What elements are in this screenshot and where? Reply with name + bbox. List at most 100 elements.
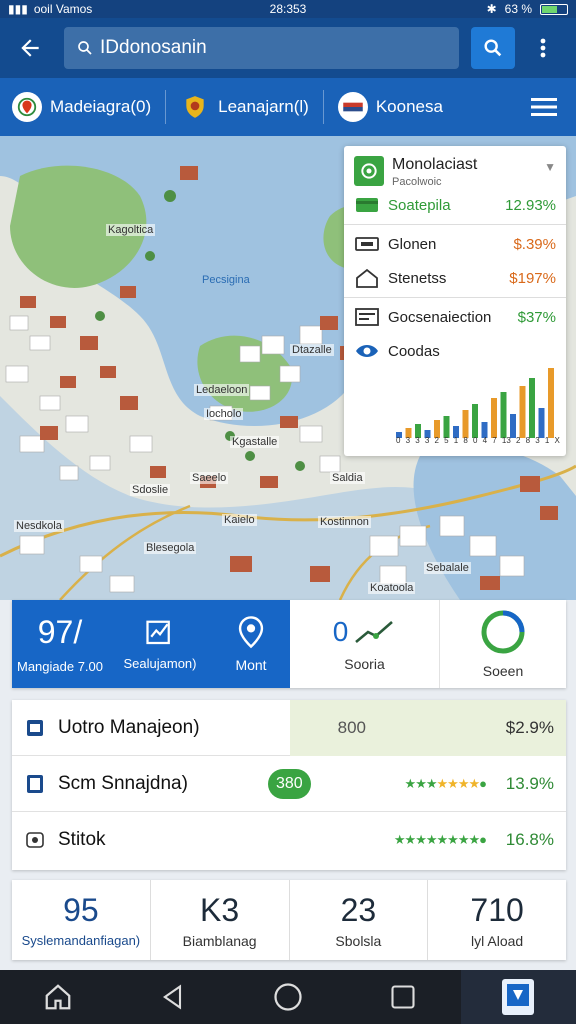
map-label: Saldia: [330, 472, 365, 484]
panel-row[interactable]: Glonen $.39%: [344, 227, 566, 261]
kpi-value: 710: [470, 891, 524, 928]
flag-badge-icon: [337, 92, 368, 122]
chevron-down-icon[interactable]: ▼: [544, 160, 556, 174]
back-button[interactable]: [10, 28, 50, 68]
status-bar: ▮▮▮ ooil Vamos 28:353 ✱ 63 %: [0, 0, 576, 18]
chart-tick-label: 1: [453, 436, 459, 445]
list-item[interactable]: Uotro Manajeon) 800 $2.9%: [12, 700, 566, 756]
filter-chip-madeiagra[interactable]: Madeiagra(0): [12, 87, 165, 127]
summary-list: Uotro Manajeon) 800 $2.9% Scm Snnajdna) …: [12, 700, 566, 870]
map-label: Kgastalle: [230, 436, 280, 448]
stat-label: Sealujamon): [123, 655, 197, 671]
chart-tick-label: 3: [405, 436, 411, 445]
map-label: Kostinnon: [318, 516, 371, 528]
clock: 28:353: [269, 2, 307, 16]
map-label: Kaielo: [222, 514, 257, 526]
panel-row-value: 12.93%: [505, 196, 556, 214]
list-item-name: Scm Snnajdna): [58, 772, 188, 794]
rating-stars: ★★★★★★★★●: [393, 832, 487, 847]
app-shortcut-button[interactable]: [460, 970, 576, 1024]
search-icon: [78, 41, 92, 55]
system-nav-bar: [0, 970, 576, 1024]
kpi-label: Biamblanag: [182, 932, 257, 949]
chart-ticks: 0 3 3 3 2 5 1 8 0 4 7 13 2 8 3 1 X: [396, 436, 560, 445]
more-options-button[interactable]: [523, 28, 563, 68]
kpi-strip: 95 Syslemandanfiagan) K3 Biamblanag 23 S…: [12, 880, 566, 960]
battery-percent: 63 %: [504, 2, 533, 16]
more-vert-icon: [540, 38, 546, 58]
stock-icon: [26, 832, 44, 848]
map-label: Nesdkola: [14, 520, 64, 532]
panel-row[interactable]: Soatepila 12.93%: [344, 188, 566, 222]
panel-row-value: $197%: [509, 269, 556, 287]
recents-button[interactable]: [346, 970, 461, 1024]
stat-location[interactable]: Mont: [212, 600, 290, 688]
back-nav-button[interactable]: [115, 970, 230, 1024]
chart-tick-label: 2: [434, 436, 439, 445]
info-panel: Monolaciast Pacolwoic ▼ Soatepila 12.93%…: [344, 146, 566, 456]
signal-icon: ▮▮▮: [8, 2, 28, 16]
panel-title: Monolaciast: [392, 156, 478, 173]
map-label: Kagoltica: [106, 224, 156, 236]
chart-tick-label: 0: [473, 436, 478, 445]
list-item-name: Uotro Manajeon): [58, 716, 200, 738]
app-bar: [0, 18, 576, 78]
filter-bar: Madeiagra(0) Leanajarn(l) Koonesa: [0, 78, 576, 136]
stat-analytics[interactable]: Sealujamon): [108, 600, 212, 688]
kpi-value: 95: [63, 892, 99, 928]
list-item-name: Stitok: [58, 829, 106, 850]
search-box[interactable]: [64, 27, 459, 69]
search-button[interactable]: [471, 27, 515, 69]
panel-row-label: Coodas: [388, 342, 440, 360]
panel-row[interactable]: Gocsenaiection $37%: [344, 300, 566, 334]
menu-button[interactable]: [524, 87, 564, 127]
home-button[interactable]: [0, 970, 115, 1024]
chart-tick-label: 5: [444, 436, 449, 445]
list-item[interactable]: Stitok ★★★★★★★★● 16.8%: [12, 812, 566, 868]
search-input[interactable]: [100, 37, 420, 59]
stat-trend[interactable]: 0 Sooria: [290, 600, 440, 688]
panel-row-label: Glonen: [388, 235, 437, 253]
kpi-label: lyl Aload: [471, 932, 524, 949]
chart-bar: [443, 416, 450, 438]
folder-icon: [27, 719, 43, 736]
list-item-value: 16.8%: [505, 830, 554, 849]
house-icon: [354, 268, 380, 288]
carrier-name: ooil Vamos: [33, 2, 93, 16]
kpi-card[interactable]: K3 Biamblanag: [151, 880, 290, 960]
panel-row[interactable]: Stenetss $197%: [344, 261, 566, 295]
chart-tick-label: 7: [492, 436, 497, 445]
home-icon: [45, 984, 70, 1010]
map-label: Saeelo: [190, 472, 229, 484]
kpi-card[interactable]: 95 Syslemandanfiagan): [12, 880, 151, 960]
panel-subtitle: Pacolwoic: [392, 176, 442, 188]
kpi-value: 23: [340, 891, 377, 928]
chart-bar: [462, 410, 469, 438]
filter-chip-koonesa[interactable]: Koonesa: [337, 87, 457, 127]
map-label: Blesegola: [144, 542, 197, 554]
search-icon: [484, 39, 502, 57]
square-icon: [391, 985, 415, 1009]
donut-progress-icon: [481, 610, 525, 654]
kpi-card[interactable]: 23 Sbolsla: [290, 880, 429, 960]
document-icon: [354, 308, 380, 326]
wallet-icon: [354, 235, 380, 253]
chart-tick-label: 0: [396, 436, 401, 445]
chart-bar: [548, 368, 554, 438]
filter-chip-leanajarn[interactable]: Leanajarn(l): [180, 87, 323, 127]
back-triangle-icon: [162, 984, 181, 1010]
home-circle-button[interactable]: [230, 970, 345, 1024]
app-shortcut-icon: [502, 979, 535, 1015]
stat-total[interactable]: 97/ Mangiade 7.00: [12, 600, 108, 688]
kpi-label: Sbolsla: [335, 932, 382, 949]
list-item[interactable]: Scm Snnajdna) 380 ★★★★★★★● 13.9%: [12, 756, 566, 812]
chart-tick-label: 1: [544, 436, 550, 445]
list-item-value: 13.9%: [505, 773, 554, 793]
map-label: Koatoola: [368, 582, 416, 594]
stat-value: 97/: [37, 614, 83, 650]
brand-logo-icon: [354, 156, 384, 186]
kpi-card[interactable]: 710 lyl Aload: [428, 880, 566, 960]
stat-progress[interactable]: Soeen: [440, 600, 566, 688]
chart-bar: [510, 414, 516, 438]
chart-bar: [472, 404, 478, 438]
